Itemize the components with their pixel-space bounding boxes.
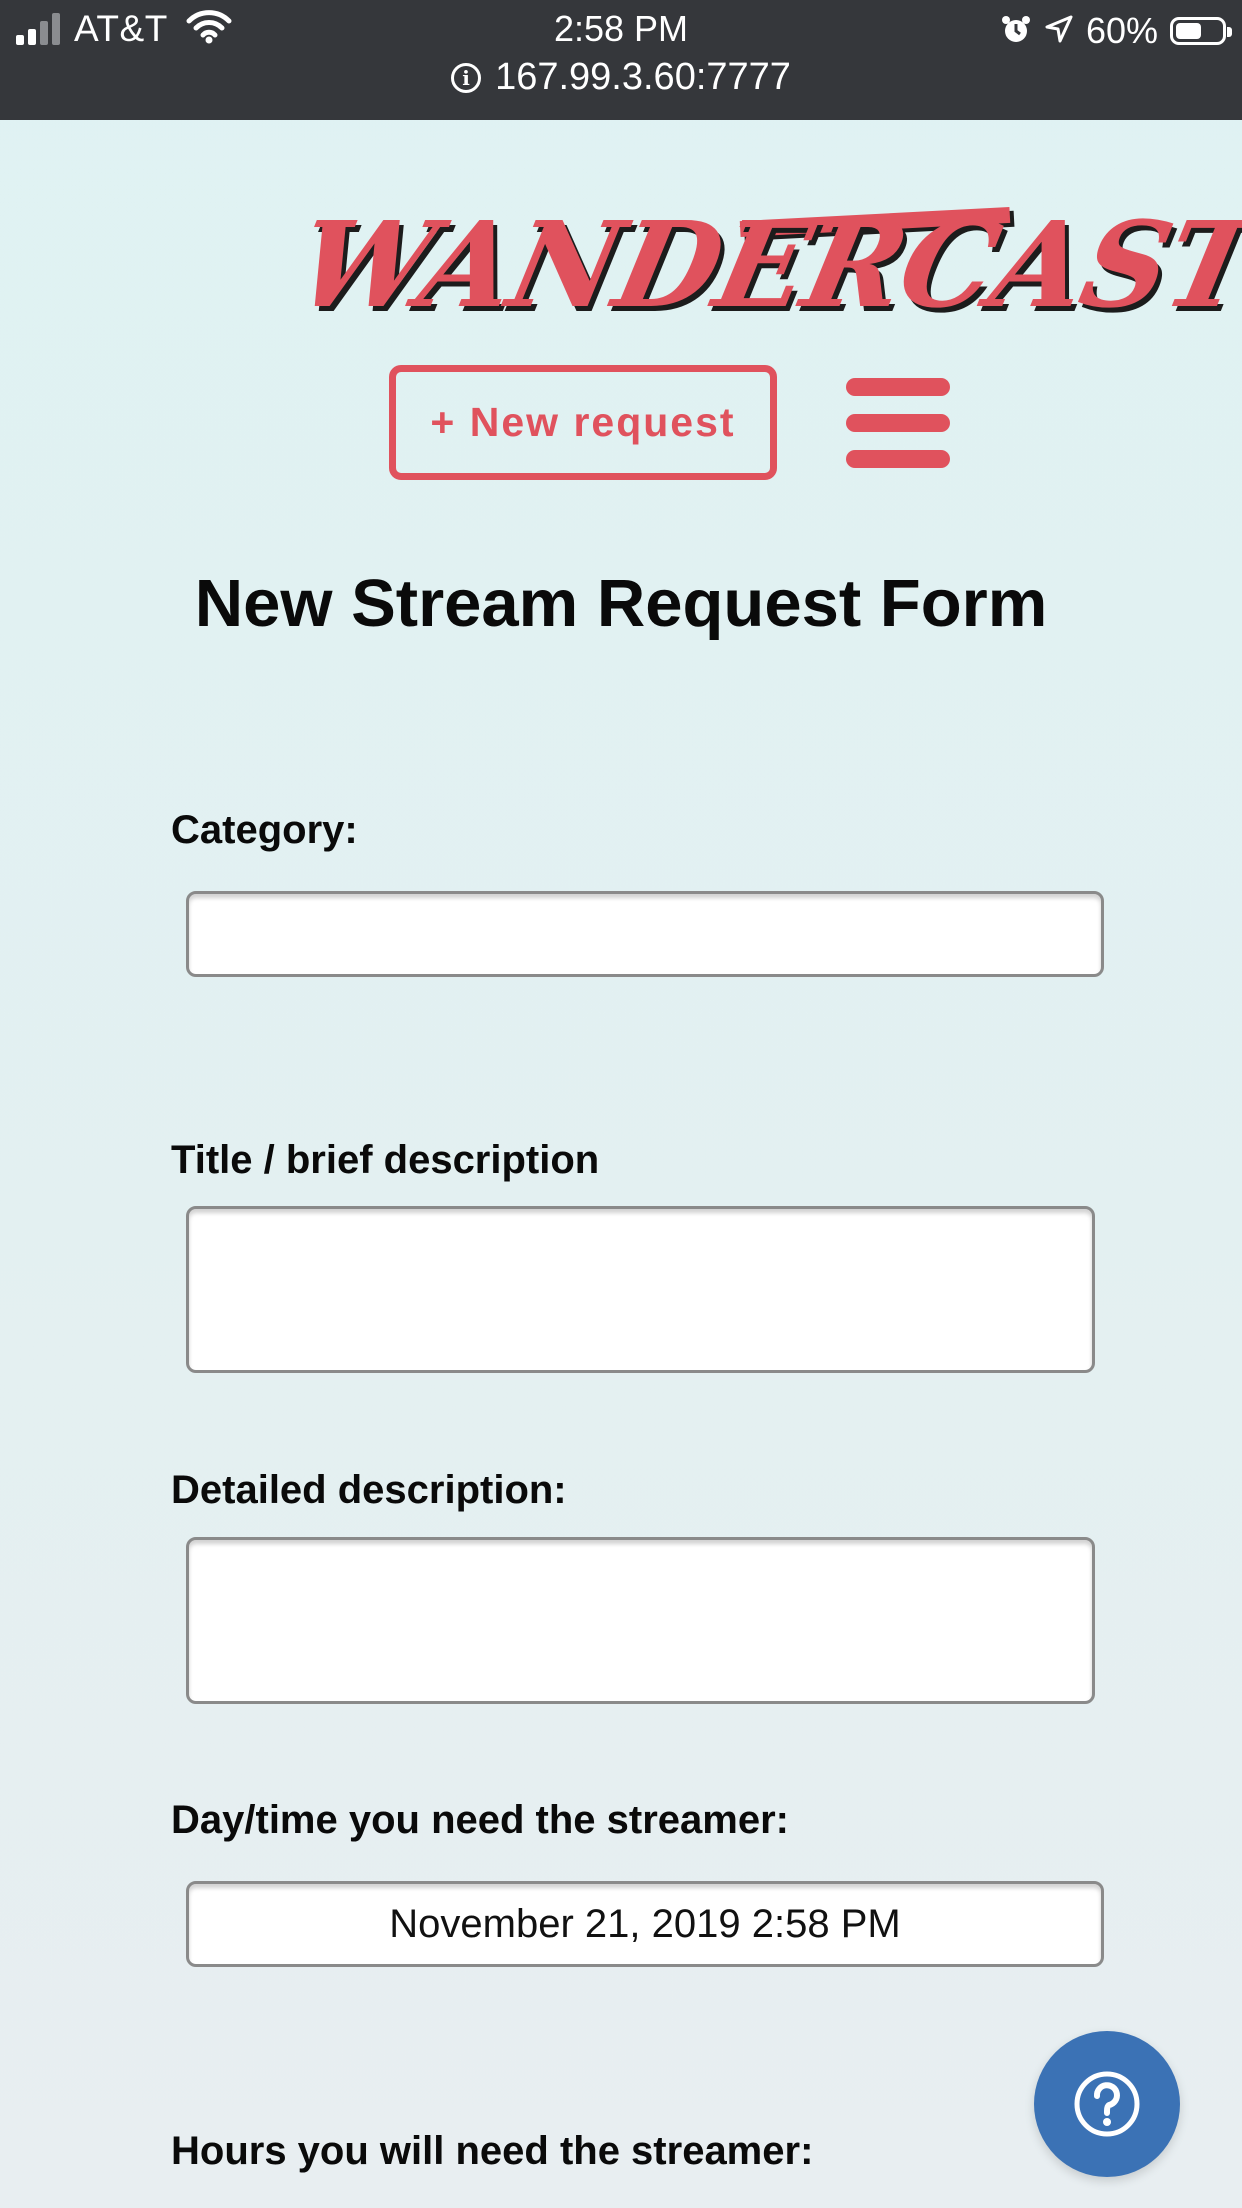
url-bar[interactable]: i 167.99.3.60:7777 xyxy=(0,56,1242,99)
status-bar: AT&T 2:58 PM 60% i 167.99.3.60:7777 xyxy=(0,0,1242,120)
detailed-description-label: Detailed description: xyxy=(171,1468,567,1512)
hours-label: Hours you will need the streamer: xyxy=(171,2129,814,2173)
info-icon[interactable]: i xyxy=(451,62,482,93)
new-request-button[interactable]: + New request xyxy=(389,365,777,480)
battery-percent: 60% xyxy=(1085,10,1158,51)
page-title: New Stream Request Form xyxy=(194,566,1048,641)
location-arrow-icon xyxy=(1044,14,1074,49)
category-select[interactable] xyxy=(186,891,1104,977)
datetime-picker[interactable]: November 21, 2019 2:58 PM xyxy=(186,1881,1104,1967)
hamburger-menu-icon[interactable] xyxy=(846,378,950,468)
category-label: Category: xyxy=(171,808,358,852)
alarm-icon xyxy=(1000,13,1032,50)
status-right: 60% xyxy=(1000,10,1232,52)
logo[interactable]: WANDERCAST xyxy=(285,195,1242,340)
title-textarea[interactable] xyxy=(186,1206,1095,1373)
logo-text: WANDERCAST xyxy=(285,195,1242,334)
question-circle-icon xyxy=(1074,2071,1140,2137)
battery-icon xyxy=(1170,17,1232,45)
help-button[interactable] xyxy=(1034,2031,1180,2177)
detailed-description-textarea[interactable] xyxy=(186,1537,1095,1704)
datetime-label: Day/time you need the streamer: xyxy=(171,1798,789,1842)
url-text[interactable]: 167.99.3.60:7777 xyxy=(495,56,791,99)
title-label: Title / brief description xyxy=(171,1138,600,1182)
